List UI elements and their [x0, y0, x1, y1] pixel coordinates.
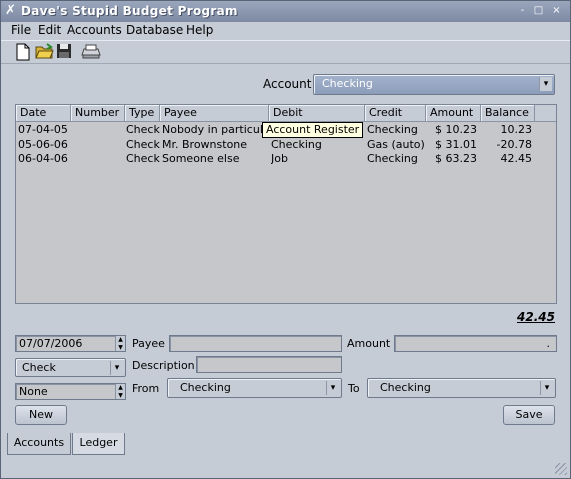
table-row[interactable]: 06-04-06 Check Someone else Job Checking… — [16, 152, 556, 166]
account-dropdown[interactable]: Checking ▾ — [313, 74, 555, 95]
column-header-date[interactable]: Date — [16, 105, 71, 121]
window-title: Dave's Stupid Budget Program — [21, 4, 238, 18]
description-input[interactable] — [196, 356, 342, 373]
table-row[interactable]: 05-06-06 Check Mr. Brownstone Checking G… — [16, 138, 556, 152]
cell-balance: 10.23 — [500, 123, 533, 136]
dropdown-arrow-icon[interactable]: ▾ — [540, 381, 553, 395]
date-spinner[interactable]: 07/07/2006 ▲ ▼ — [15, 335, 126, 352]
menu-database[interactable]: Database — [126, 23, 183, 37]
cell-amount: $ 63.23 — [435, 152, 477, 165]
column-header-amount[interactable]: Amount — [426, 105, 481, 121]
cell-number — [73, 138, 123, 152]
payee-label: Payee — [132, 337, 165, 350]
column-header-type[interactable]: Type — [125, 105, 160, 121]
amount-input[interactable]: . — [394, 335, 557, 352]
menu-help[interactable]: Help — [186, 23, 213, 37]
column-header-credit[interactable]: Credit — [365, 105, 426, 121]
description-label: Description — [132, 359, 195, 372]
menu-edit[interactable]: Edit — [38, 23, 61, 37]
menu-bar: File Edit Accounts Database Help — [1, 22, 570, 39]
to-label: To — [348, 382, 360, 395]
minimize-button[interactable]: - — [516, 5, 529, 18]
print-icon[interactable] — [81, 43, 101, 61]
column-header-payee[interactable]: Payee — [160, 105, 269, 121]
cell-date: 05-06-06 — [18, 138, 68, 151]
ledger-header: Date Number Type Payee Debit Credit Amou… — [16, 105, 556, 122]
tooltip-account-register: Account Register — [262, 122, 364, 138]
date-value: 07/07/2006 — [19, 337, 83, 350]
app-x-icon[interactable]: ✗ — [5, 4, 17, 18]
save-button[interactable]: Save — [503, 405, 555, 425]
spinner-arrows-icon[interactable]: ▲ ▼ — [115, 336, 125, 351]
column-header-number[interactable]: Number — [71, 105, 125, 121]
cell-debit: Job — [271, 152, 288, 165]
number-value: None — [19, 385, 48, 398]
cell-payee: Mr. Brownstone — [162, 138, 248, 151]
toolbar — [1, 40, 570, 64]
balance-total: 42.45 — [517, 310, 555, 324]
new-document-icon[interactable] — [15, 43, 33, 61]
cell-balance: -20.78 — [496, 138, 532, 151]
menu-file[interactable]: File — [11, 23, 31, 37]
column-header-balance[interactable]: Balance — [481, 105, 535, 121]
from-dropdown-value: Checking — [180, 381, 231, 394]
title-bar[interactable]: ✗ Dave's Stupid Budget Program - □ × — [1, 1, 570, 22]
cell-number — [73, 123, 123, 137]
cell-amount: $ 31.01 — [435, 138, 477, 151]
cell-type: Check — [126, 152, 160, 165]
resize-grip-icon[interactable] — [555, 463, 567, 475]
cell-credit: Checking — [367, 123, 418, 136]
from-label: From — [132, 382, 160, 395]
cell-payee: Someone else — [162, 152, 240, 165]
close-button[interactable]: × — [550, 5, 563, 18]
cell-payee: Nobody in particular — [162, 123, 269, 136]
new-button[interactable]: New — [15, 405, 67, 425]
tab-accounts[interactable]: Accounts — [7, 433, 71, 455]
column-header-debit[interactable]: Debit — [269, 105, 365, 121]
spinner-arrows-icon[interactable]: ▲ ▼ — [115, 384, 125, 399]
save-disk-icon[interactable] — [56, 43, 74, 61]
open-folder-icon[interactable] — [35, 43, 54, 61]
cell-amount: $ 10.23 — [435, 123, 477, 136]
app-window: ✗ Dave's Stupid Budget Program - □ × Fil… — [0, 0, 571, 479]
dropdown-arrow-icon[interactable]: ▾ — [539, 77, 552, 91]
dropdown-arrow-icon[interactable]: ▾ — [110, 361, 123, 375]
to-dropdown[interactable]: Checking ▾ — [367, 378, 556, 398]
number-spinner[interactable]: None ▲ ▼ — [15, 383, 126, 400]
menu-accounts[interactable]: Accounts — [67, 23, 122, 37]
tab-ledger[interactable]: Ledger — [72, 433, 125, 455]
cell-credit: Checking — [367, 152, 418, 165]
dropdown-arrow-icon[interactable]: ▾ — [326, 381, 339, 395]
amount-label: Amount — [347, 337, 391, 350]
maximize-button[interactable]: □ — [532, 5, 545, 18]
payee-input[interactable] — [169, 335, 342, 352]
cell-balance: 42.45 — [500, 152, 533, 165]
cell-date: 06-04-06 — [18, 152, 68, 165]
cell-date: 07-04-05 — [18, 123, 68, 136]
cell-number — [73, 152, 123, 166]
type-dropdown[interactable]: Check ▾ — [15, 358, 126, 377]
cell-type: Check — [126, 123, 160, 136]
cell-type: Check — [126, 138, 160, 151]
account-label: Account — [263, 77, 312, 91]
from-dropdown[interactable]: Checking ▾ — [167, 378, 342, 398]
account-dropdown-value: Checking — [322, 77, 373, 90]
to-dropdown-value: Checking — [380, 381, 431, 394]
cell-credit: Gas (auto) — [367, 138, 425, 151]
cell-debit: Checking — [271, 138, 322, 151]
type-dropdown-value: Check — [22, 361, 56, 374]
